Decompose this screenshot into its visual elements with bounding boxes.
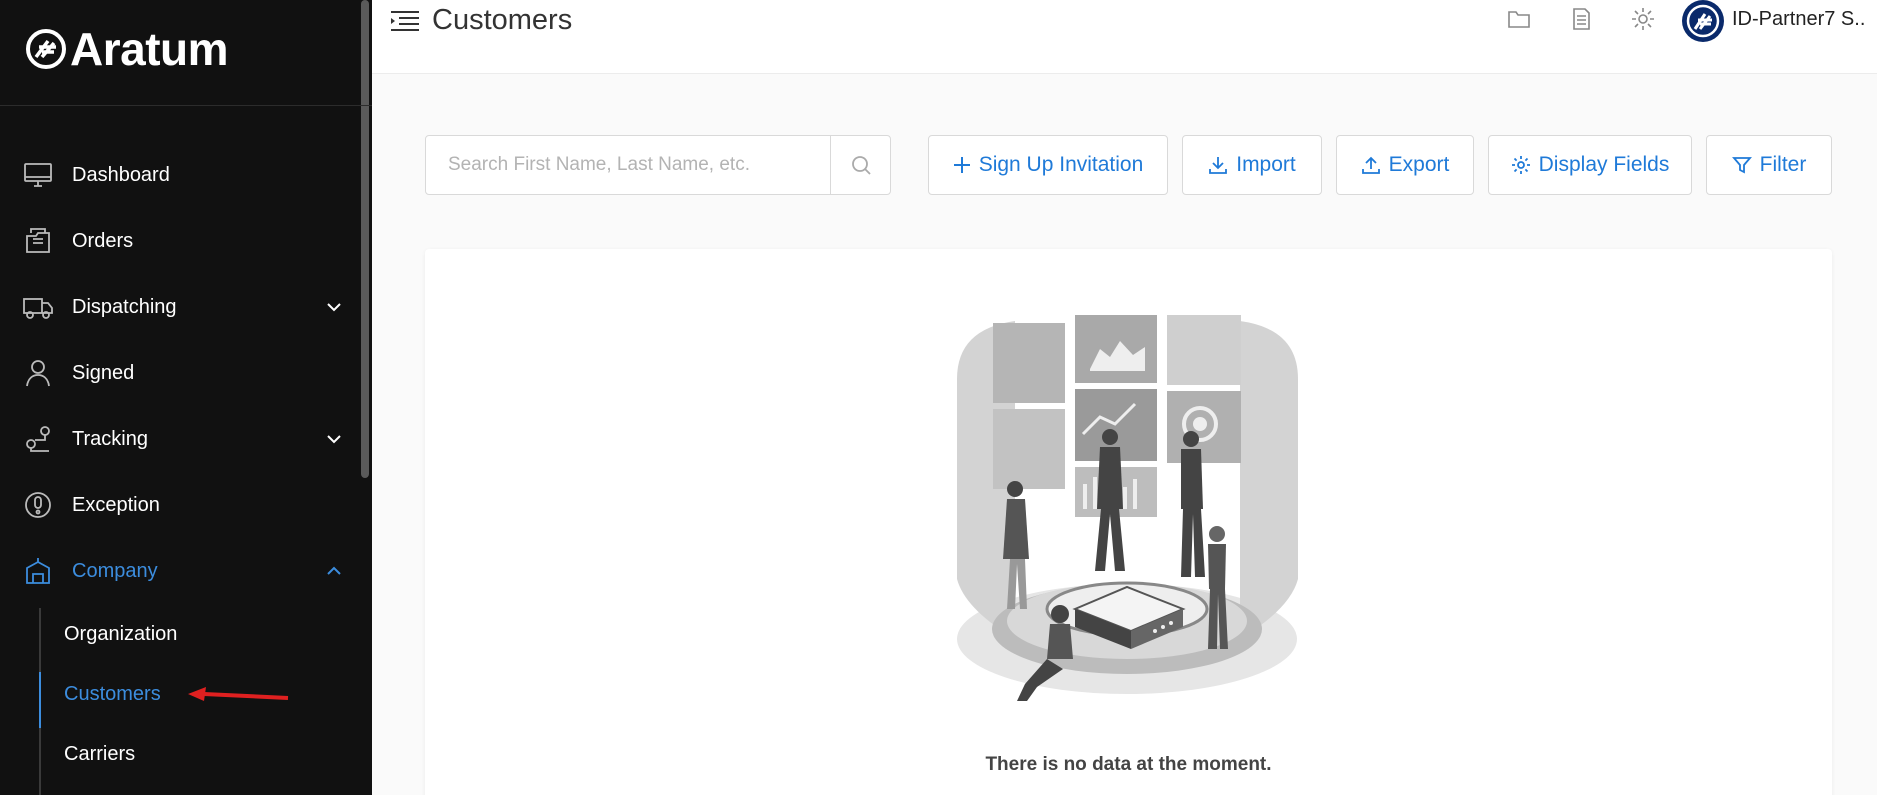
truck-icon xyxy=(22,291,54,323)
button-label: Import xyxy=(1236,153,1296,176)
sidebar-item-carriers[interactable]: Carriers xyxy=(0,724,372,784)
sidebar-nav: Dashboard Orders Dispatching Signed Trac… xyxy=(0,142,372,604)
person-icon xyxy=(22,357,54,389)
download-icon xyxy=(1209,157,1228,174)
empty-state-message: There is no data at the moment. xyxy=(985,754,1272,775)
route-icon xyxy=(22,423,54,455)
sidebar-item-label: Tracking xyxy=(72,427,148,450)
search-icon xyxy=(851,156,871,175)
search-input[interactable] xyxy=(426,136,830,194)
button-label: Export xyxy=(1388,153,1450,176)
orders-icon xyxy=(22,225,54,257)
export-button[interactable]: Export xyxy=(1336,135,1474,195)
sign-up-invitation-button[interactable]: Sign Up Invitation xyxy=(928,135,1168,195)
sidebar: Aratum Dashboard Orders Dispatching Sign… xyxy=(0,0,372,795)
document-icon[interactable] xyxy=(1568,6,1594,32)
display-fields-button[interactable]: Display Fields xyxy=(1488,135,1692,195)
top-header: Customers ID-Partner7 S.. xyxy=(372,0,1877,74)
sidebar-item-label: Dispatching xyxy=(72,295,177,318)
search-box xyxy=(425,135,891,195)
sidebar-item-label: Orders xyxy=(72,229,134,252)
search-button[interactable] xyxy=(830,136,890,194)
chevron-up-icon[interactable] xyxy=(324,561,344,581)
filter-icon xyxy=(1731,157,1752,174)
filter-button[interactable]: Filter xyxy=(1706,135,1832,195)
avatar[interactable] xyxy=(1682,0,1724,42)
import-button[interactable]: Import xyxy=(1182,135,1322,195)
company-icon xyxy=(22,555,54,587)
avatar-logo-icon xyxy=(1686,4,1720,38)
plus-icon xyxy=(953,157,970,173)
folder-icon[interactable] xyxy=(1506,6,1532,32)
page-title: Customers xyxy=(432,4,573,36)
user-name[interactable]: ID-Partner7 S.. xyxy=(1732,8,1865,31)
app-logo[interactable]: Aratum xyxy=(26,22,229,76)
sidebar-item-dispatching[interactable]: Dispatching xyxy=(0,274,372,340)
sidebar-item-orders[interactable]: Orders xyxy=(0,208,372,274)
sidebar-item-signed[interactable]: Signed xyxy=(0,340,372,406)
chevron-down-icon[interactable] xyxy=(324,429,344,449)
button-label: Sign Up Invitation xyxy=(978,153,1144,176)
sidebar-item-label: Signed xyxy=(72,361,135,384)
annotation-arrow-icon xyxy=(188,687,289,701)
sidebar-item-tracking[interactable]: Tracking xyxy=(0,406,372,472)
sidebar-item-company[interactable]: Company xyxy=(0,538,372,604)
gear-icon[interactable] xyxy=(1630,6,1656,32)
button-label: Display Fields xyxy=(1538,153,1670,176)
sidebar-item-label: Company xyxy=(72,559,158,582)
sidebar-item-exception[interactable]: Exception xyxy=(0,472,372,538)
logo-text: Aratum xyxy=(70,23,229,75)
settings-icon xyxy=(1511,156,1530,174)
upload-icon xyxy=(1361,156,1380,174)
sidebar-item-organization[interactable]: Organization xyxy=(0,604,372,664)
sidebar-item-label: Exception xyxy=(72,493,160,516)
aratum-logo-icon xyxy=(26,29,66,69)
sidebar-item-label: Dashboard xyxy=(72,163,170,186)
divider xyxy=(0,105,372,106)
button-label: Filter xyxy=(1759,153,1807,176)
exclamation-icon xyxy=(22,489,54,521)
chevron-down-icon[interactable] xyxy=(324,297,344,317)
menu-collapse-icon[interactable] xyxy=(390,10,420,32)
empty-state-illustration xyxy=(957,315,1298,701)
sidebar-item-dashboard[interactable]: Dashboard xyxy=(0,142,372,208)
content-card: There is no data at the moment. xyxy=(425,249,1832,795)
monitor-icon xyxy=(22,159,54,191)
